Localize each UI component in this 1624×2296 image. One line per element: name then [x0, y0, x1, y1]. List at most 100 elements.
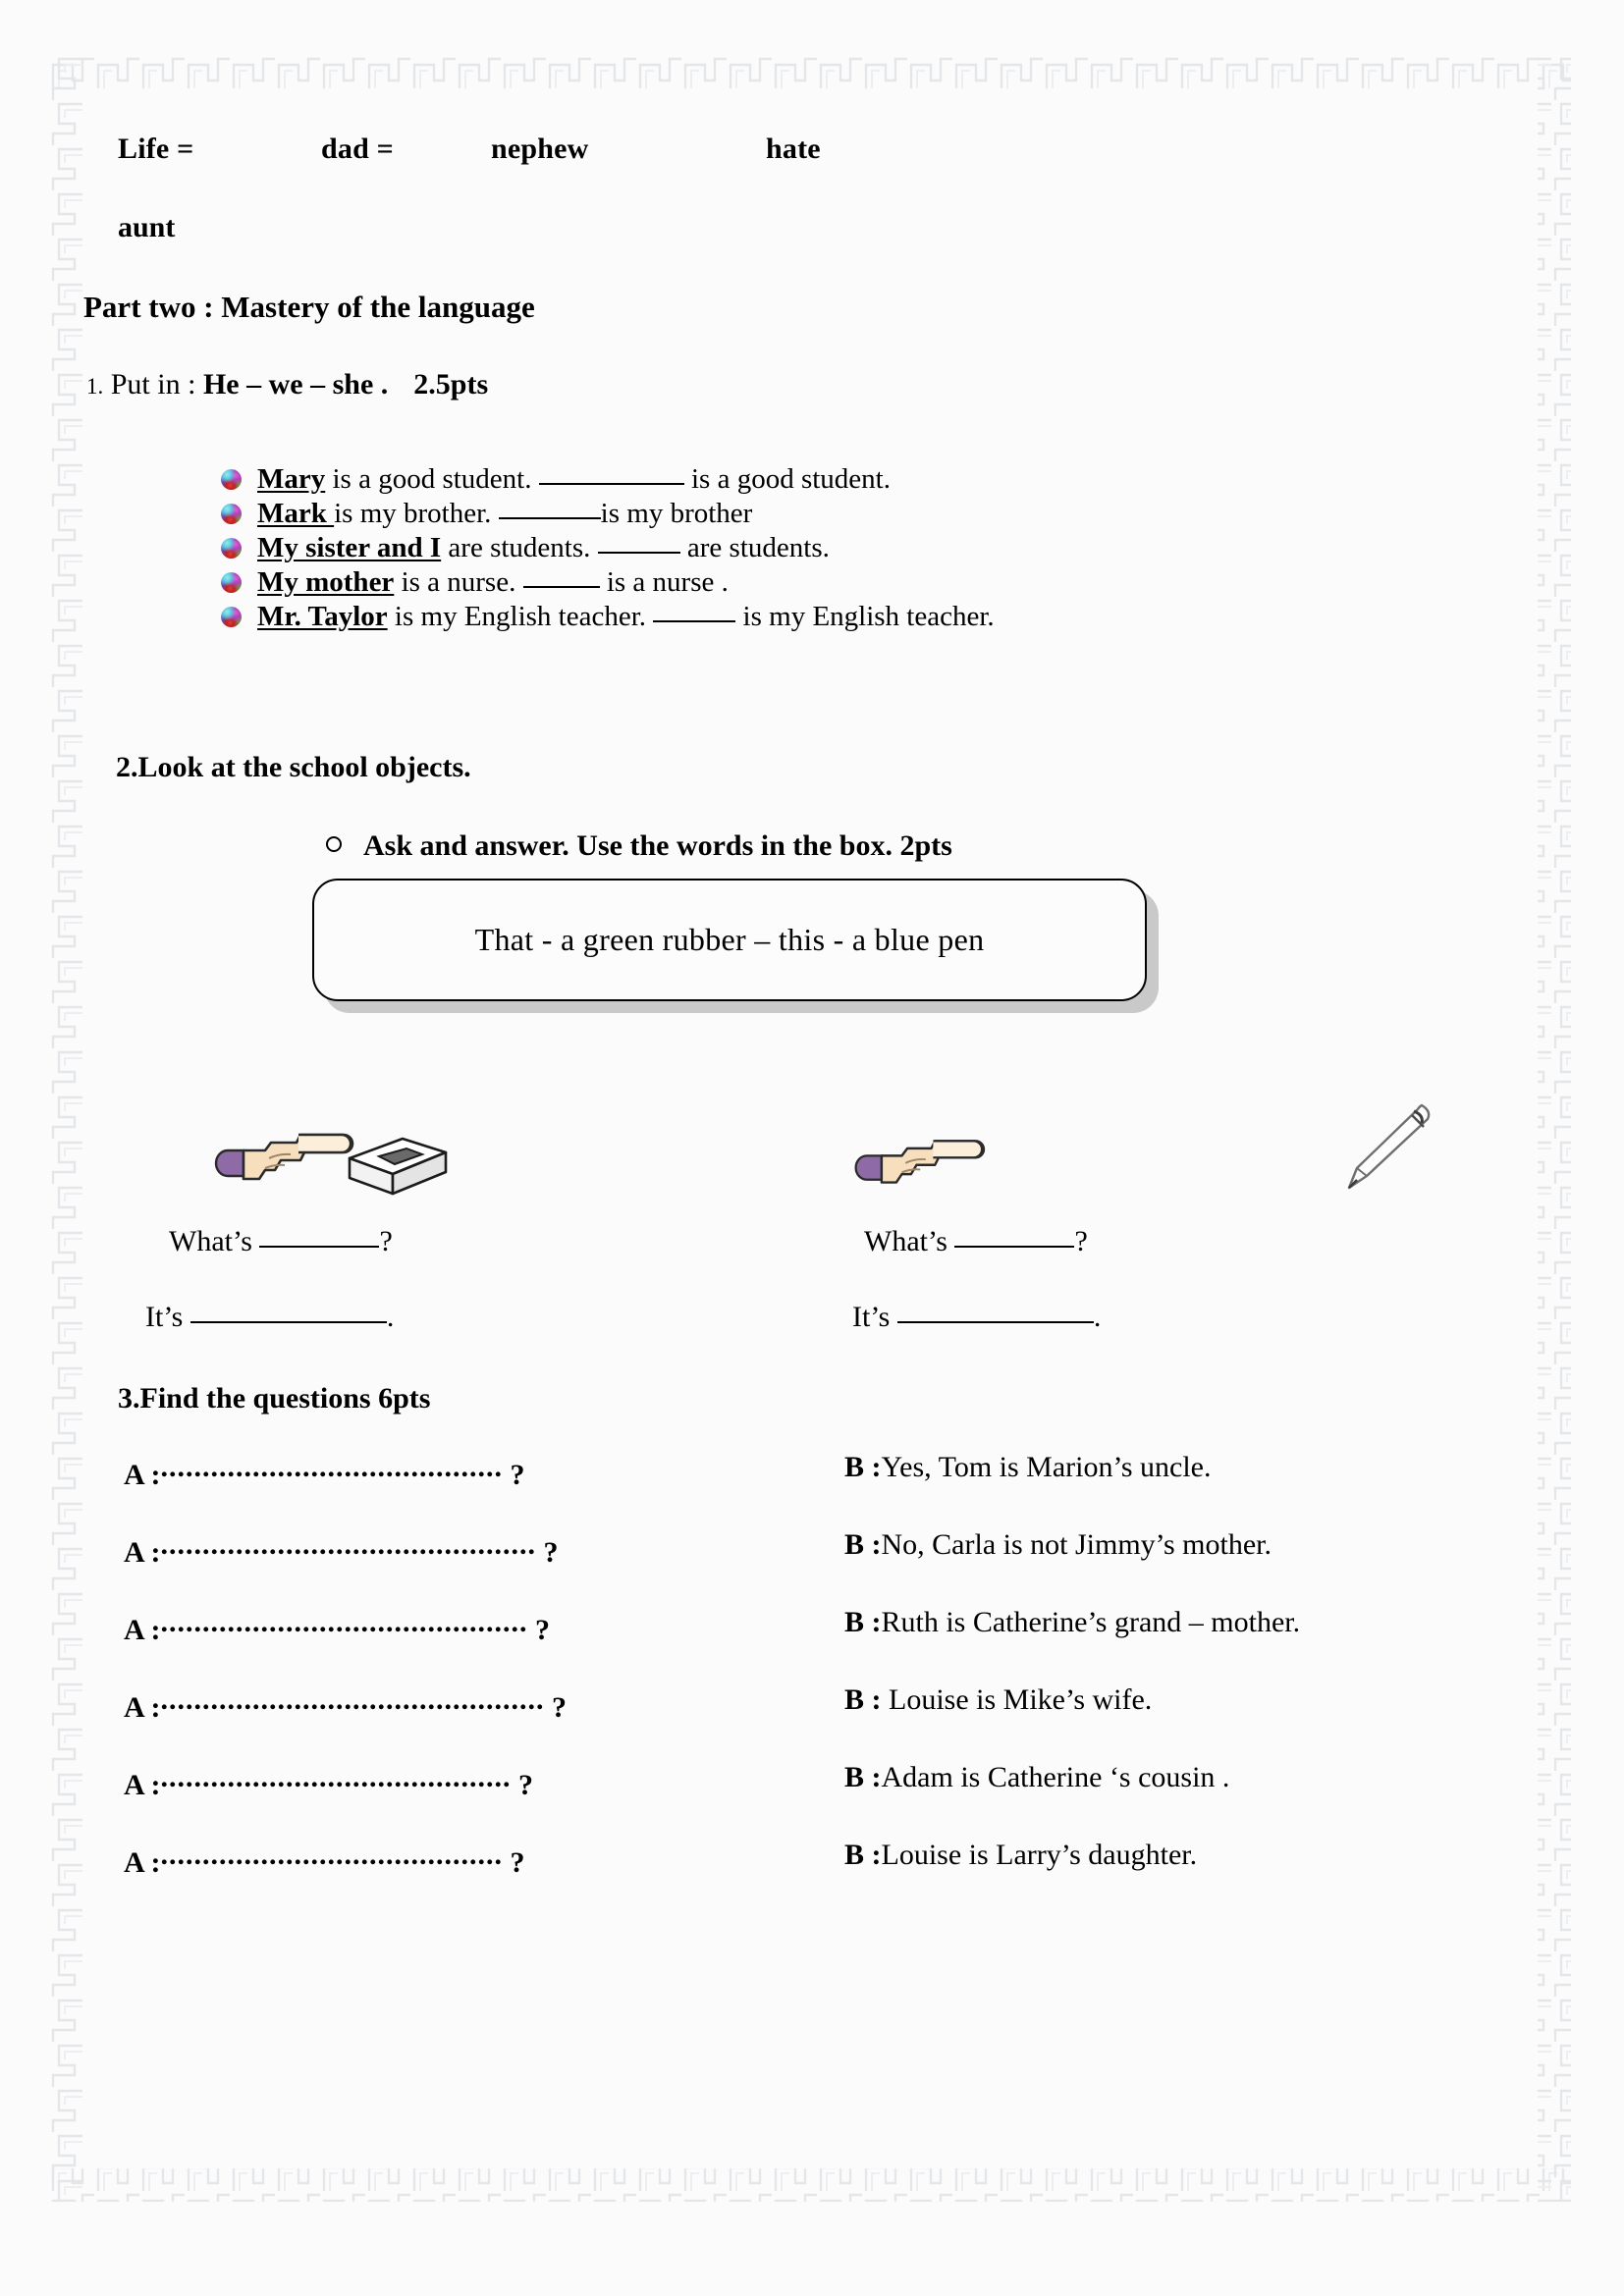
dotted-answer-line[interactable]: ........................................…: [161, 1839, 504, 1872]
right-whats-mark: ?: [1074, 1225, 1088, 1257]
sphere-bullet-icon: [221, 538, 242, 559]
speaker-b-label: B :: [844, 1761, 882, 1793]
vocab-word-aunt: aunt: [118, 211, 176, 243]
question-mark: ?: [511, 1769, 533, 1801]
task2-subheading: Ask and answer. Use the words in the box…: [326, 829, 952, 863]
dotted-answer-line[interactable]: ........................................…: [161, 1683, 545, 1717]
pronoun-sentence-mid: are students.: [441, 532, 591, 563]
speaker-a-label: A :: [124, 1614, 161, 1646]
pronoun-answer-blank[interactable]: [597, 535, 680, 554]
left-its-blank[interactable]: [189, 1305, 387, 1323]
pronoun-exercise-item: My mother is a nurse. is a nurse .: [221, 566, 1448, 600]
left-whats-question: What’s ?: [169, 1225, 393, 1258]
answer-text: Adam is Catherine ‘s cousin .: [881, 1761, 1230, 1793]
task1-lead: Put in :: [110, 368, 203, 400]
sphere-bullet-icon: [221, 572, 242, 593]
pronoun-answer-blank[interactable]: [522, 569, 600, 588]
speaker-a-label: A :: [124, 1769, 161, 1801]
dotted-answer-line[interactable]: ........................................…: [161, 1606, 528, 1639]
question-mark: ?: [544, 1691, 567, 1724]
speaker-b-label: B :: [844, 1606, 882, 1638]
question-prompt-line[interactable]: A :.....................................…: [124, 1839, 525, 1880]
right-its-label: It’s: [852, 1301, 891, 1333]
pronoun-answer-blank[interactable]: [538, 466, 684, 485]
pronoun-sentence-tail: is a good student.: [683, 463, 891, 495]
pronoun-exercise-list: Mary is a good student. is a good studen…: [221, 463, 1448, 635]
question-mark: ?: [536, 1536, 559, 1569]
speaker-b-label: B :: [844, 1683, 889, 1716]
speaker-a-label: A :: [124, 1691, 161, 1724]
sphere-bullet-icon: [221, 504, 242, 524]
vocab-word-dad: dad =: [321, 133, 394, 165]
pronoun-sentence-tail: is a nurse .: [599, 566, 729, 598]
right-whats-label: What’s: [864, 1225, 947, 1257]
answer-line: B :Yes, Tom is Marion’s uncle.: [844, 1451, 1211, 1484]
speaker-a-label: A :: [124, 1459, 161, 1491]
question-answer-row: A :.....................................…: [0, 1839, 1624, 1916]
pronoun-exercise-item: My sister and I are students. are studen…: [221, 532, 1448, 565]
pronoun-subject: Mary: [257, 463, 326, 495]
vocab-word-life: Life =: [118, 133, 194, 165]
left-its-label: It’s: [145, 1301, 184, 1333]
task1-heading: 1. Put in : He – we – she . 2.5pts: [86, 368, 488, 401]
speaker-b-label: B :: [844, 1451, 882, 1483]
dotted-answer-line[interactable]: ........................................…: [161, 1451, 504, 1484]
hand-pointer-illustration: [850, 1112, 998, 1215]
question-prompt-line[interactable]: A :.....................................…: [124, 1761, 533, 1802]
question-answer-row: A :.....................................…: [0, 1451, 1624, 1528]
task3-heading: 3.Find the questions 6pts: [118, 1382, 431, 1415]
question-prompt-line[interactable]: A :.....................................…: [124, 1606, 550, 1647]
dotted-answer-line[interactable]: ........................................…: [161, 1528, 537, 1562]
left-whats-blank[interactable]: [259, 1229, 380, 1248]
pointing-hand-icon: [854, 1140, 986, 1184]
task1-prompt: He – we – she .: [202, 368, 389, 400]
answer-line: B :Adam is Catherine ‘s cousin .: [844, 1761, 1229, 1794]
speaker-b-label: B :: [844, 1839, 882, 1871]
answer-text: Louise is Mike’s wife.: [889, 1683, 1153, 1716]
pronoun-answer-blank[interactable]: [653, 604, 736, 622]
task2-subheading-text: Ask and answer. Use the words in the box…: [363, 829, 952, 862]
question-answer-row: A :.....................................…: [0, 1606, 1624, 1683]
right-its-blank[interactable]: [896, 1305, 1094, 1323]
speaker-a-label: A :: [124, 1846, 161, 1879]
hand-and-eraser-illustration: [192, 1107, 448, 1215]
sphere-bullet-icon: [221, 607, 242, 627]
question-mark: ?: [503, 1459, 525, 1491]
task2-heading: 2.Look at the school objects.: [116, 751, 471, 783]
left-its-period: .: [386, 1301, 395, 1333]
pointing-hand-icon: [214, 1133, 354, 1181]
question-prompt-line[interactable]: A :.....................................…: [124, 1528, 559, 1570]
word-box-container: That - a green rubber – this - a blue pe…: [312, 879, 1159, 1013]
pronoun-sentence-mid: is my English teacher.: [387, 601, 647, 632]
pronoun-sentence-mid: is a nurse.: [394, 566, 516, 598]
answer-line: B :Ruth is Catherine’s grand – mother.: [844, 1606, 1300, 1639]
pronoun-sentence-tail: is my English teacher.: [735, 601, 995, 632]
pen-icon: [1347, 1103, 1431, 1190]
question-prompt-line[interactable]: A :.....................................…: [124, 1451, 525, 1492]
pronoun-sentence-mid: is my brother.: [334, 498, 492, 529]
circle-bullet-icon: [326, 836, 342, 852]
question-mark: ?: [527, 1614, 550, 1646]
pronoun-exercise-item: Mark is my brother. is my brother: [221, 498, 1448, 531]
speaker-a-label: A :: [124, 1536, 161, 1569]
left-whats-mark: ?: [379, 1225, 393, 1257]
answer-line: B : Louise is Mike’s wife.: [844, 1683, 1152, 1717]
pronoun-answer-blank[interactable]: [498, 501, 601, 519]
sphere-bullet-icon: [221, 469, 242, 490]
question-prompt-line[interactable]: A :.....................................…: [124, 1683, 567, 1725]
pen-illustration: [1327, 1090, 1445, 1212]
pronoun-subject: My mother: [257, 566, 395, 598]
left-its-answer: It’s .: [145, 1301, 394, 1334]
right-its-period: .: [1093, 1301, 1102, 1333]
right-whats-blank[interactable]: [954, 1229, 1075, 1248]
pronoun-subject: Mr. Taylor: [257, 601, 388, 632]
pronoun-sentence-tail: is my brother: [600, 498, 753, 529]
pronoun-exercise-item: Mary is a good student. is a good studen…: [221, 463, 1448, 497]
part-two-title: Part two : Mastery of the language: [83, 290, 535, 324]
pronoun-sentence-tail: are students.: [679, 532, 830, 563]
answer-text: Yes, Tom is Marion’s uncle.: [881, 1451, 1212, 1483]
word-box: That - a green rubber – this - a blue pe…: [312, 879, 1147, 1001]
task1-number: 1.: [86, 374, 104, 399]
right-its-answer: It’s .: [852, 1301, 1101, 1334]
dotted-answer-line[interactable]: ........................................…: [161, 1761, 512, 1794]
